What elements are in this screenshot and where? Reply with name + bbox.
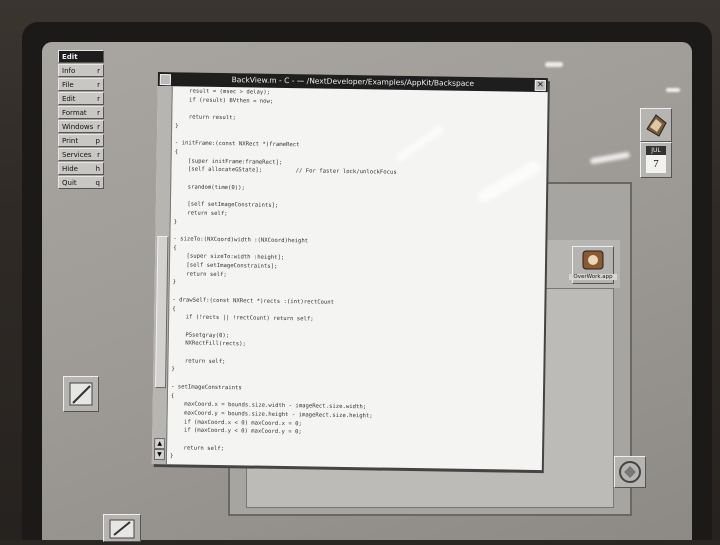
- menu-item-label: File: [62, 81, 74, 89]
- menu-item-label: Windows: [62, 123, 94, 131]
- menu-item-label: Info: [62, 67, 76, 75]
- code-line: srandom(time(0));: [174, 183, 245, 192]
- menu-item-key: q: [95, 179, 100, 187]
- miniaturize-button[interactable]: [159, 74, 171, 86]
- menu-item-services[interactable]: Services r: [58, 148, 104, 161]
- code-line: }: [171, 366, 175, 373]
- menu-item-format[interactable]: Format r: [58, 106, 104, 119]
- menu-item-key: r: [97, 123, 100, 131]
- code-line: NXRectFill(rects);: [171, 340, 246, 348]
- calendar-month: JUL: [646, 146, 666, 155]
- menu-item-key: h: [95, 165, 100, 173]
- code-line: maxCoord.y = bounds.size.height - imageR…: [170, 410, 373, 420]
- code-line: return result;: [175, 114, 236, 122]
- menu-item-key: p: [95, 137, 100, 145]
- code-line: {: [170, 392, 175, 399]
- menu-item-key: r: [97, 81, 100, 89]
- code-line: {: [174, 149, 179, 156]
- code-line: }: [172, 279, 177, 286]
- menu-title: Edit: [58, 50, 104, 63]
- code-line: return self;: [173, 210, 228, 217]
- pen-tool-icon[interactable]: [103, 514, 141, 542]
- menu-item-hide[interactable]: Hide h: [58, 162, 104, 175]
- code-line: if (!rects || !rectCount) return self;: [172, 314, 314, 323]
- calendar-icon[interactable]: JUL 7: [640, 142, 672, 178]
- menu-item-print[interactable]: Print p: [58, 134, 104, 147]
- menu-item-key: r: [97, 67, 100, 75]
- code-line: return self;: [171, 357, 226, 365]
- menu-item-info[interactable]: Info r: [58, 64, 104, 77]
- code-line: return self;: [170, 444, 225, 452]
- overwork-app-label: OverWork.app: [569, 274, 617, 280]
- recycler-icon[interactable]: [614, 456, 646, 488]
- editor-window[interactable]: BackView.m - C - — /NextDeveloper/Exampl…: [151, 72, 548, 471]
- menu-item-quit[interactable]: Quit q: [58, 176, 104, 189]
- menu-item-windows[interactable]: Windows r: [58, 120, 104, 133]
- code-line: if (maxCoord.x < 0) maxCoord.x = 0;: [170, 418, 302, 427]
- close-button[interactable]: ✕: [534, 79, 546, 92]
- screen-glare: [545, 62, 563, 67]
- code-line: [super sizeTo:width :height];: [173, 253, 285, 262]
- code-line: return self;: [172, 270, 227, 278]
- code-text-area[interactable]: result = (msec > delay); if (result) BVt…: [170, 88, 544, 468]
- window-title: BackView.m - C - — /NextDeveloper/Exampl…: [231, 75, 475, 88]
- code-line: result = (msec > delay);: [175, 88, 271, 96]
- scroll-down-arrow-icon[interactable]: ▼: [153, 448, 166, 461]
- code-line: [self allocateGState]; // For faster loc…: [174, 166, 397, 177]
- scroll-knob[interactable]: [155, 236, 169, 389]
- code-line: [super initFrame:frameRect];: [174, 157, 283, 166]
- scroll-up-arrow-icon[interactable]: ▲: [154, 437, 166, 450]
- code-line: PSsetgray(0);: [171, 331, 230, 339]
- menu-item-edit[interactable]: Edit r: [58, 92, 104, 105]
- menu-item-label: Services: [62, 151, 92, 159]
- screen-glare: [666, 88, 680, 92]
- code-line: [self setImageConstraints];: [173, 201, 279, 209]
- code-line: - sizeTo:(NXCoord)width :(NXCoord)height: [173, 236, 309, 245]
- menu-item-label: Quit: [62, 179, 77, 187]
- drawing-tool-icon[interactable]: [63, 376, 99, 412]
- code-line: - setImageConstraints: [171, 384, 242, 392]
- menu-item-label: Edit: [62, 95, 76, 103]
- menu-item-label: Print: [62, 137, 79, 145]
- code-line: }: [173, 218, 178, 225]
- code-line: {: [172, 305, 176, 312]
- code-line: - initFrame:(const NXRect *)frameRect: [174, 140, 300, 149]
- calendar-day: 7: [646, 155, 666, 173]
- workspace-icon[interactable]: [640, 108, 672, 142]
- code-line: - drawSelf:(const NXRect *)rects :(int)r…: [172, 297, 335, 306]
- menu-item-file[interactable]: File r: [58, 78, 104, 91]
- menu-item-key: r: [97, 109, 100, 117]
- close-icon: ✕: [536, 79, 544, 90]
- code-line: [self setImageConstraints];: [172, 262, 278, 270]
- menu-item-label: Hide: [62, 165, 78, 173]
- code-line: maxCoord.x = bounds.size.width - imageRe…: [170, 401, 367, 411]
- code-line: {: [173, 244, 177, 251]
- menu-item-key: r: [97, 151, 100, 159]
- menu-item-label: Format: [62, 109, 87, 117]
- overwork-app-icon[interactable]: OverWork.app: [569, 246, 617, 284]
- code-line: }: [169, 453, 174, 460]
- code-line: if (maxCoord.y < 0) maxCoord.y = 0;: [170, 427, 302, 436]
- main-menu: Edit Info r File r Edit r Format r Windows r …: [58, 50, 104, 190]
- menu-item-key: r: [97, 95, 100, 103]
- code-line: if (result) BVthen = now;: [175, 96, 274, 105]
- code-line: }: [175, 123, 179, 130]
